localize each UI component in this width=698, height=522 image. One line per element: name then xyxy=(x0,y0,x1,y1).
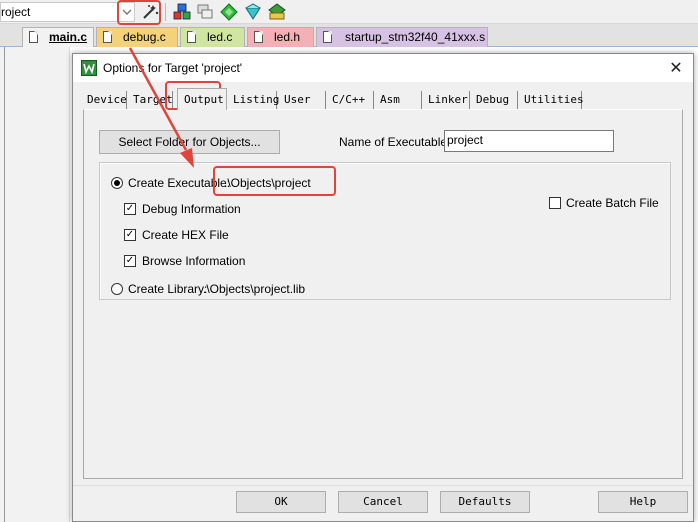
dialog-titlebar[interactable]: Options for Target 'project' ✕ xyxy=(73,54,693,82)
tab-label: Device xyxy=(87,93,127,106)
file-tab-startup-s[interactable]: startup_stm32f40_41xxx.s xyxy=(316,27,488,47)
cancel-label: Cancel xyxy=(363,495,403,508)
keil-logo-icon xyxy=(81,60,97,76)
check-icon: ✓ xyxy=(125,255,135,266)
ok-label: OK xyxy=(274,495,288,508)
tab-output[interactable]: Output xyxy=(177,88,227,110)
tab-user[interactable]: User xyxy=(280,91,326,109)
debug-info-label: Debug Information xyxy=(142,202,241,216)
tab-label: Utilities xyxy=(524,93,584,106)
file-tab-led-c[interactable]: led.c xyxy=(180,27,245,47)
green-gem-icon[interactable] xyxy=(219,2,239,22)
browse-info-label: Browse Information xyxy=(142,254,246,268)
close-icon: ✕ xyxy=(669,58,683,77)
diamond-down-icon[interactable] xyxy=(243,2,263,22)
file-icon xyxy=(103,31,112,43)
file-tab-bar: main.c debug.c led.c led.h startup_stm32… xyxy=(0,24,698,47)
tab-label: Asm xyxy=(380,93,400,106)
check-icon: ✓ xyxy=(125,203,135,214)
file-tab-label: led.c xyxy=(207,30,233,44)
file-tab-label: led.h xyxy=(274,30,301,44)
help-label: Help xyxy=(629,495,657,508)
file-tab-label: main.c xyxy=(49,30,88,44)
tab-label: Output xyxy=(184,93,224,106)
component-icon[interactable] xyxy=(172,2,192,22)
target-select-value: roject xyxy=(1,5,31,19)
toolbar-separator xyxy=(165,3,166,21)
tab-asm[interactable]: Asm xyxy=(376,91,422,109)
stack-icon[interactable] xyxy=(195,2,215,22)
exe-name-label: Name of Executable: xyxy=(339,135,451,149)
pack-installer-icon[interactable] xyxy=(267,2,287,22)
file-icon xyxy=(323,31,332,43)
tab-device[interactable]: Device xyxy=(83,91,127,109)
select-folder-button[interactable]: Select Folder for Objects... xyxy=(99,130,280,154)
close-button[interactable]: ✕ xyxy=(665,57,687,79)
annotation-box-exe-path xyxy=(213,166,336,196)
tab-c-cpp[interactable]: C/C++ xyxy=(328,91,374,109)
create-lib-path: .\Objects\project.lib xyxy=(203,282,306,296)
ok-button[interactable]: OK xyxy=(236,491,326,513)
cancel-button[interactable]: Cancel xyxy=(338,491,428,513)
create-hex-checkbox[interactable]: ✓ xyxy=(124,229,136,241)
select-folder-label: Select Folder for Objects... xyxy=(118,135,261,149)
create-lib-label: Create Library: xyxy=(128,282,208,296)
browse-info-checkbox[interactable]: ✓ xyxy=(124,255,136,267)
file-tab-label: startup_stm32f40_41xxx.s xyxy=(345,30,486,44)
tab-listing[interactable]: Listing xyxy=(229,91,280,109)
tab-label: Debug xyxy=(476,93,510,106)
file-tab-main-c[interactable]: main.c xyxy=(22,27,94,47)
target-select[interactable]: roject xyxy=(0,2,135,22)
tab-label: Listing xyxy=(233,93,280,106)
help-button[interactable]: Help xyxy=(598,491,688,513)
file-tab-debug-c[interactable]: debug.c xyxy=(96,27,178,47)
defaults-button[interactable]: Defaults xyxy=(440,491,530,513)
tab-label: Linker xyxy=(428,93,468,106)
create-hex-label: Create HEX File xyxy=(142,228,229,242)
tab-linker[interactable]: Linker xyxy=(424,91,470,109)
file-tab-led-h[interactable]: led.h xyxy=(247,27,314,47)
tab-debug[interactable]: Debug xyxy=(472,91,518,109)
exe-name-value: project xyxy=(447,133,484,147)
create-batch-checkbox[interactable] xyxy=(549,197,561,209)
annotation-box-toolbar xyxy=(117,0,161,25)
file-icon xyxy=(187,31,196,43)
options-dialog: Options for Target 'project' ✕ Device Ta… xyxy=(72,53,694,522)
tab-label: C/C++ xyxy=(332,93,366,106)
file-icon xyxy=(254,31,263,43)
file-tab-label: debug.c xyxy=(123,30,166,44)
tab-utilities[interactable]: Utilities xyxy=(520,91,584,109)
debug-info-checkbox[interactable]: ✓ xyxy=(124,203,136,215)
exe-name-input[interactable]: project xyxy=(444,130,614,152)
dialog-title: Options for Target 'project' xyxy=(103,61,243,75)
tab-label: User xyxy=(284,93,311,106)
toolbar: roject xyxy=(0,0,698,24)
create-batch-label: Create Batch File xyxy=(566,196,659,210)
defaults-label: Defaults xyxy=(458,495,512,508)
check-icon: ✓ xyxy=(125,229,135,240)
editor-gutter xyxy=(0,47,70,522)
create-lib-radio[interactable] xyxy=(111,283,123,295)
create-exe-radio[interactable] xyxy=(111,177,123,189)
file-icon xyxy=(29,31,38,43)
